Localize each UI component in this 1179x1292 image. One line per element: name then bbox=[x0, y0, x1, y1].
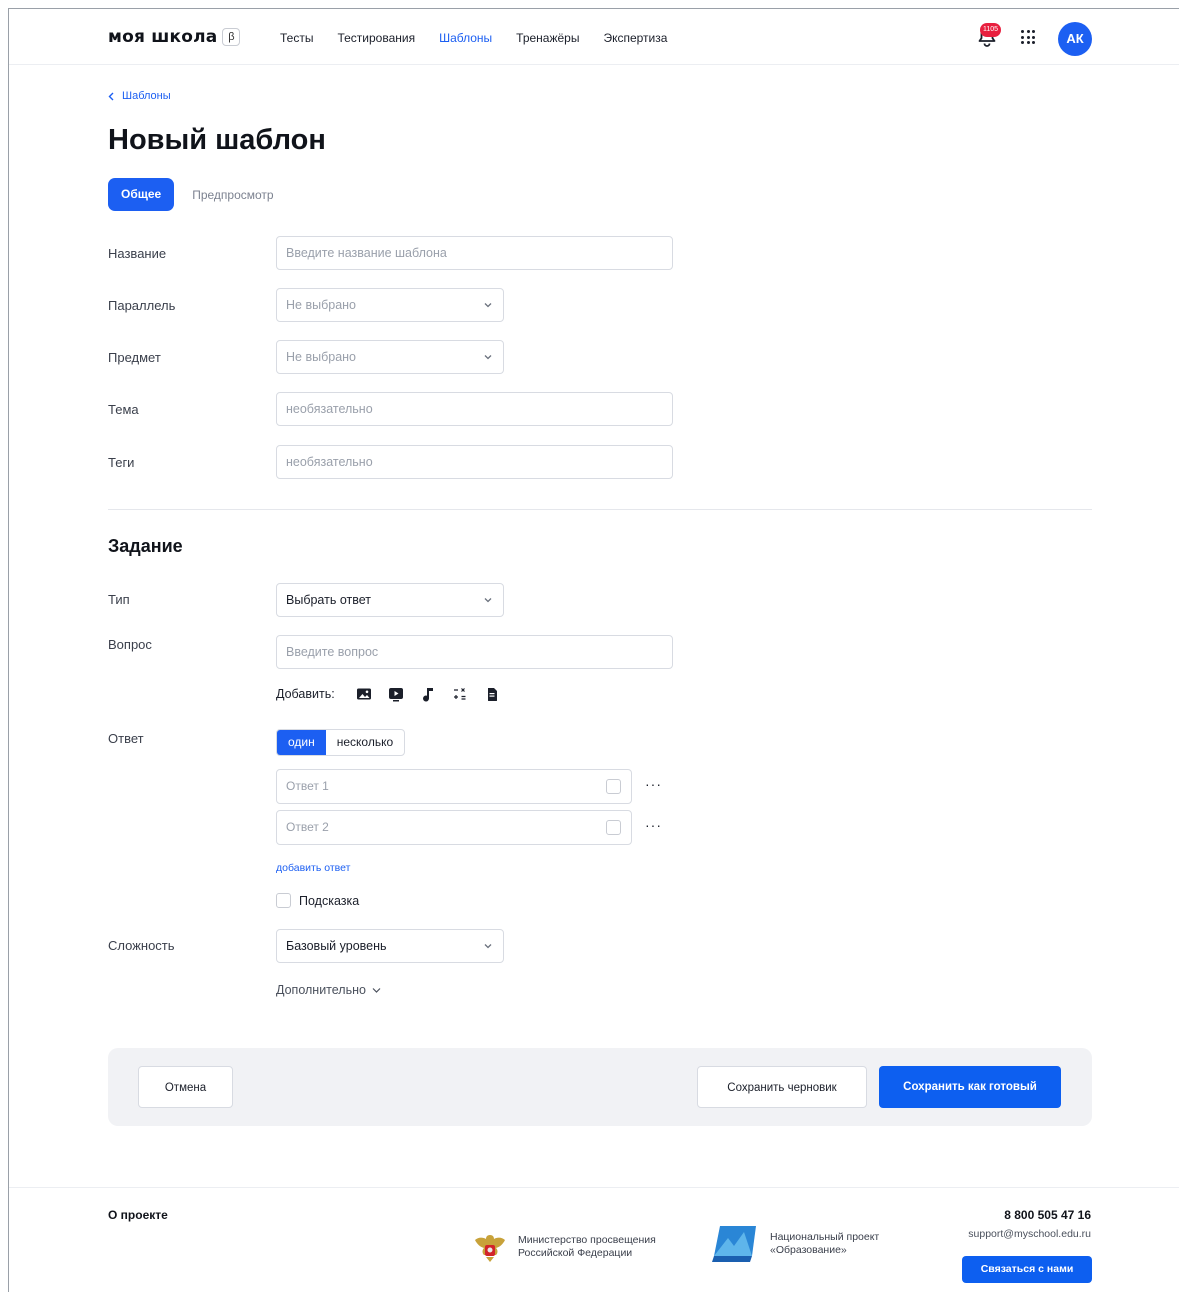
video-icon[interactable] bbox=[387, 685, 405, 703]
subject-value: Не выбрано bbox=[286, 350, 356, 364]
tags-label: Теги bbox=[108, 455, 135, 470]
action-bar: Отмена Сохранить черновик Сохранить как … bbox=[108, 1048, 1092, 1126]
audio-icon[interactable] bbox=[419, 685, 437, 703]
parallel-label: Параллель bbox=[108, 298, 176, 313]
file-icon[interactable] bbox=[483, 685, 501, 703]
answer-label: Ответ bbox=[108, 731, 144, 746]
logo[interactable]: моя школа β bbox=[108, 27, 241, 47]
answer-mode-many[interactable]: несколько bbox=[326, 730, 404, 755]
answer-field-1[interactable]: Ответ 1 bbox=[276, 769, 632, 804]
page-frame: моя школа β Тесты Тестирования Шаблоны Т… bbox=[8, 8, 1179, 1292]
hint-toggle[interactable]: Подсказка bbox=[276, 893, 359, 908]
image-icon[interactable] bbox=[355, 685, 373, 703]
top-header: моя школа β Тесты Тестирования Шаблоны Т… bbox=[9, 9, 1179, 65]
nav-testings[interactable]: Тестирования bbox=[337, 31, 415, 45]
national-project-block[interactable]: Национальный проект «Образование» bbox=[712, 1224, 879, 1264]
ministry-line-1: Министерство просвещения bbox=[518, 1234, 656, 1246]
correct-checkbox-1[interactable] bbox=[606, 779, 621, 794]
difficulty-select[interactable]: Базовый уровень bbox=[276, 929, 504, 963]
parallel-value: Не выбрано bbox=[286, 298, 356, 312]
support-phone[interactable]: 8 800 505 47 16 bbox=[1004, 1208, 1091, 1222]
contact-button[interactable]: Связаться с нами bbox=[962, 1256, 1092, 1283]
correct-checkbox-2[interactable] bbox=[606, 820, 621, 835]
page-title: Новый шаблон bbox=[108, 124, 326, 156]
parallel-select[interactable]: Не выбрано bbox=[276, 288, 504, 322]
support-email[interactable]: support@myschool.edu.ru bbox=[968, 1228, 1091, 1240]
save-draft-button[interactable]: Сохранить черновик bbox=[697, 1066, 867, 1108]
answer-placeholder-2: Ответ 2 bbox=[286, 820, 329, 834]
cancel-button[interactable]: Отмена bbox=[138, 1066, 233, 1108]
hint-label: Подсказка bbox=[299, 893, 360, 908]
nav-expertise[interactable]: Экспертиза bbox=[603, 31, 667, 45]
additional-toggle[interactable]: Дополнительно bbox=[276, 983, 381, 997]
answer-mode-toggle: один несколько bbox=[276, 729, 406, 756]
answer-menu-1[interactable]: ··· bbox=[645, 776, 662, 792]
nav-templates[interactable]: Шаблоны bbox=[439, 31, 492, 45]
hint-checkbox[interactable] bbox=[276, 893, 291, 908]
beta-badge: β bbox=[222, 28, 241, 46]
add-media-row: Добавить: bbox=[276, 685, 501, 703]
answer-placeholder-1: Ответ 1 bbox=[286, 779, 329, 793]
tabs: Общее Предпросмотр bbox=[108, 178, 274, 211]
breadcrumb[interactable]: Шаблоны bbox=[108, 90, 171, 102]
add-answer-link[interactable]: добавить ответ bbox=[276, 862, 350, 874]
name-label: Название bbox=[108, 246, 167, 261]
subject-label: Предмет bbox=[108, 350, 161, 365]
topic-input[interactable]: необязательно bbox=[276, 392, 673, 426]
about-link[interactable]: О проекте bbox=[108, 1208, 168, 1222]
type-label: Тип bbox=[108, 592, 130, 607]
nav-trainers[interactable]: Тренажёры bbox=[516, 31, 579, 45]
chevron-down-icon bbox=[484, 944, 492, 949]
add-label: Добавить: bbox=[276, 687, 335, 701]
chevron-down-icon bbox=[484, 355, 492, 360]
type-select[interactable]: Выбрать ответ bbox=[276, 583, 504, 617]
additional-label: Дополнительно bbox=[276, 983, 366, 997]
formula-icon[interactable] bbox=[451, 685, 469, 703]
apps-grid-icon[interactable] bbox=[1021, 30, 1035, 44]
tab-preview[interactable]: Предпросмотр bbox=[192, 188, 273, 202]
chevron-down-icon bbox=[484, 303, 492, 308]
logo-text: моя школа bbox=[108, 27, 218, 47]
type-value: Выбрать ответ bbox=[286, 593, 371, 607]
ministry-block[interactable]: Министерство просвещения Российской Феде… bbox=[472, 1229, 656, 1265]
question-input[interactable]: Введите вопрос bbox=[276, 635, 673, 669]
ministry-line-2: Российской Федерации bbox=[518, 1247, 633, 1259]
chevron-down-icon bbox=[372, 987, 381, 993]
tab-general[interactable]: Общее bbox=[108, 178, 175, 211]
answer-field-2[interactable]: Ответ 2 bbox=[276, 810, 632, 845]
footer-divider bbox=[9, 1187, 1179, 1188]
breadcrumb-label: Шаблоны bbox=[122, 90, 171, 102]
section-divider bbox=[108, 509, 1092, 510]
name-input[interactable]: Введите название шаблона bbox=[276, 236, 673, 270]
chevron-left-icon bbox=[108, 92, 114, 100]
chevron-down-icon bbox=[484, 598, 492, 603]
subject-select[interactable]: Не выбрано bbox=[276, 340, 504, 374]
difficulty-label: Сложность bbox=[108, 938, 175, 953]
answer-mode-one[interactable]: один bbox=[277, 730, 326, 755]
avatar[interactable]: АК bbox=[1058, 22, 1092, 56]
difficulty-value: Базовый уровень bbox=[286, 939, 387, 953]
notification-badge: 1105 bbox=[980, 23, 1002, 37]
coat-of-arms-icon bbox=[475, 1235, 505, 1262]
national-project-logo-icon bbox=[712, 1226, 756, 1262]
save-ready-button[interactable]: Сохранить как готовый bbox=[879, 1066, 1061, 1108]
main-nav: Тесты Тестирования Шаблоны Тренажёры Экс… bbox=[280, 31, 667, 45]
project-line-2: «Образование» bbox=[770, 1244, 847, 1256]
project-line-1: Национальный проект bbox=[770, 1231, 880, 1243]
tags-input[interactable]: необязательно bbox=[276, 445, 673, 479]
nav-tests[interactable]: Тесты bbox=[280, 31, 313, 45]
answer-menu-2[interactable]: ··· bbox=[645, 817, 662, 833]
question-label: Вопрос bbox=[108, 637, 152, 652]
topic-label: Тема bbox=[108, 402, 139, 417]
task-section-title: Задание bbox=[108, 536, 183, 556]
